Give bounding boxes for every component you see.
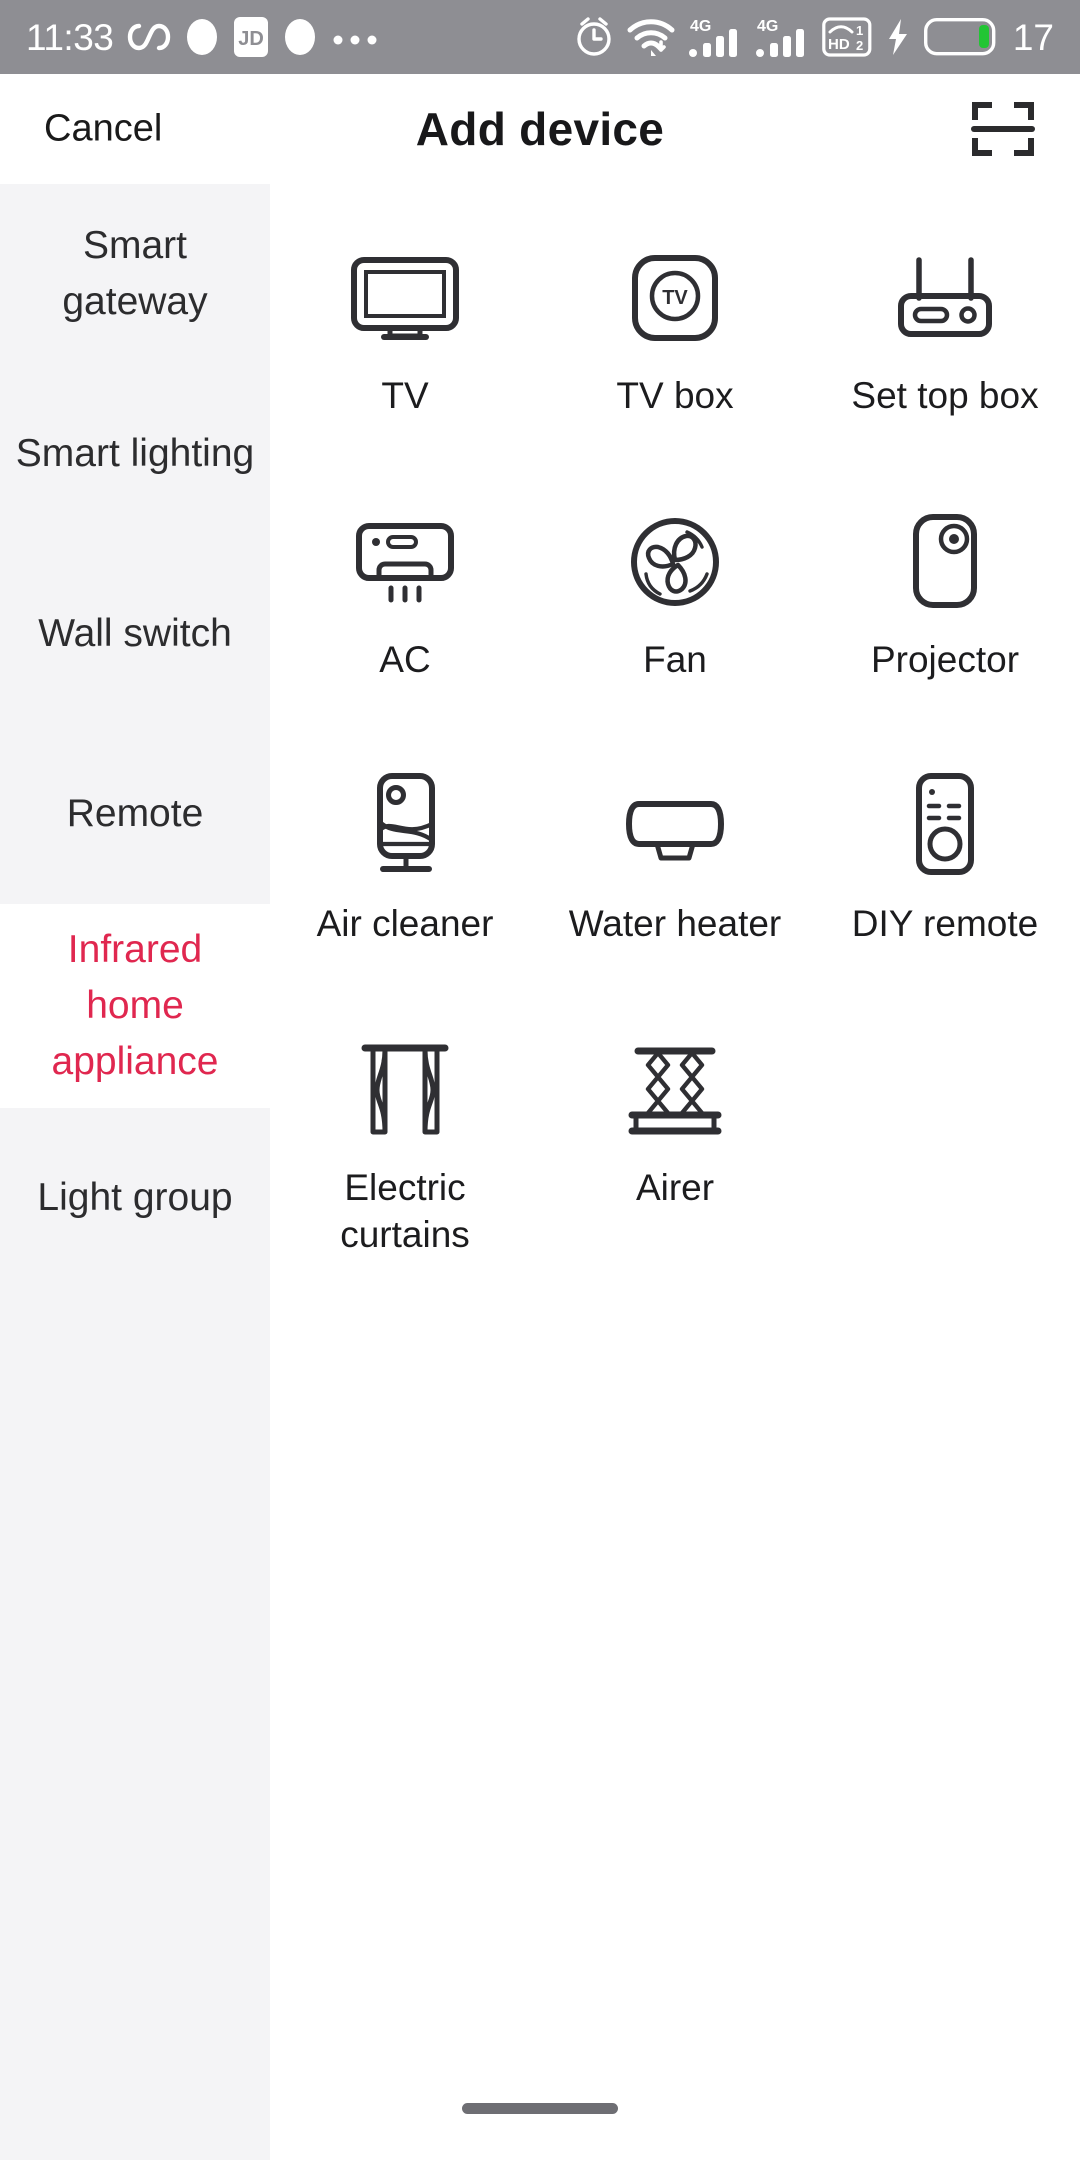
- device-label: Electric curtains: [340, 1167, 470, 1255]
- device-grid-panel: TV TV TV box Set top box AC Fan Projecto…: [270, 184, 1080, 2160]
- device-item-electric-curtains[interactable]: Electric curtains: [270, 1000, 540, 1264]
- svg-text:JD: JD: [239, 28, 265, 50]
- category-sidebar[interactable]: Smart gateway Smart lighting Wall switch…: [0, 184, 270, 2160]
- device-item-projector[interactable]: Projector: [810, 472, 1080, 736]
- more-dots-icon: [331, 29, 379, 45]
- sidebar-item-label: Infrared home appliance: [51, 928, 219, 1083]
- device-item-set-top-box[interactable]: Set top box: [810, 208, 1080, 472]
- device-label: TV: [381, 375, 429, 416]
- sidebar-item-light-group[interactable]: Light group: [0, 1108, 270, 1288]
- charging-bolt-icon: [885, 17, 911, 57]
- device-label: Airer: [635, 1167, 715, 1208]
- svg-text:4G: 4G: [757, 18, 778, 35]
- status-clock: 11:33: [26, 16, 114, 58]
- status-bar: 11:33 JD 4G 4G HD 1 2 17: [0, 0, 1080, 74]
- diy-remote-icon: [901, 762, 989, 890]
- battery-percent-label: 17: [1012, 16, 1054, 58]
- svg-text:TV: TV: [662, 287, 688, 309]
- sidebar-item-remote[interactable]: Remote: [0, 724, 270, 904]
- sidebar-item-wall-switch[interactable]: Wall switch: [0, 544, 270, 724]
- air-cleaner-icon: [358, 762, 452, 890]
- signal-4g-icon-2: 4G: [755, 15, 809, 59]
- sidebar-item-label: Smart gateway: [62, 224, 208, 323]
- status-bar-right: 4G 4G HD 1 2 17: [574, 15, 1054, 59]
- electric-curtains-icon: [355, 1026, 455, 1154]
- device-item-tv-box[interactable]: TV TV box: [540, 208, 810, 472]
- device-label: Projector: [870, 639, 1020, 680]
- device-item-airer[interactable]: Airer: [540, 1000, 810, 1264]
- sidebar-item-smart-lighting[interactable]: Smart lighting: [0, 364, 270, 544]
- scan-qr-icon[interactable]: [970, 96, 1036, 162]
- device-label: Set top box: [851, 375, 1039, 416]
- oval-app-icon-2: [283, 17, 317, 57]
- signal-4g-icon-1: 4G: [688, 15, 742, 59]
- sidebar-item-label: Light group: [37, 1176, 233, 1219]
- device-label: DIY remote: [851, 903, 1039, 944]
- device-item-fan[interactable]: Fan: [540, 472, 810, 736]
- tv-box-icon: TV: [623, 234, 727, 362]
- sidebar-item-label: Wall switch: [38, 612, 232, 655]
- svg-text:4G: 4G: [690, 18, 711, 35]
- tv-icon: [346, 234, 464, 362]
- device-label: Water heater: [568, 903, 782, 944]
- status-bar-left: 11:33 JD: [26, 16, 379, 58]
- air-conditioner-icon: [346, 498, 464, 626]
- device-item-air-cleaner[interactable]: Air cleaner: [270, 736, 540, 1000]
- battery-icon: [923, 18, 996, 56]
- fan-icon: [623, 498, 727, 626]
- wifi-icon: [627, 16, 675, 58]
- alarm-clock-icon: [574, 16, 614, 58]
- device-label: TV box: [616, 375, 734, 416]
- infinity-icon: [127, 20, 171, 54]
- app-header: Cancel Add device: [0, 74, 1080, 184]
- water-heater-icon: [613, 762, 737, 890]
- device-item-water-heater[interactable]: Water heater: [540, 736, 810, 1000]
- device-item-tv[interactable]: TV: [270, 208, 540, 472]
- device-grid: TV TV TV box Set top box AC Fan Projecto…: [270, 208, 1080, 1264]
- oval-app-icon: [185, 17, 219, 57]
- airer-icon: [622, 1026, 728, 1154]
- sidebar-item-smart-gateway[interactable]: Smart gateway: [0, 184, 270, 364]
- jd-app-icon: JD: [233, 16, 269, 58]
- device-label: Air cleaner: [316, 903, 494, 944]
- device-label: AC: [379, 639, 431, 680]
- device-item-ac[interactable]: AC: [270, 472, 540, 736]
- sidebar-item-label: Smart lighting: [15, 432, 255, 475]
- sidebar-item-infrared-home-appliance[interactable]: Infrared home appliance: [0, 904, 270, 1108]
- device-item-diy-remote[interactable]: DIY remote: [810, 736, 1080, 1000]
- set-top-box-icon: [885, 234, 1005, 362]
- app-root: 11:33 JD 4G 4G HD 1 2 17 Cancel Add devi…: [0, 0, 1080, 2160]
- home-indicator[interactable]: [462, 2103, 618, 2114]
- svg-text:HD: HD: [828, 36, 850, 53]
- projector-icon: [898, 498, 992, 626]
- svg-text:2: 2: [856, 38, 863, 53]
- volte-hd-icon: HD 1 2: [822, 15, 872, 59]
- content-area: Smart gateway Smart lighting Wall switch…: [0, 184, 1080, 2160]
- svg-text:1: 1: [856, 23, 863, 38]
- sidebar-item-label: Remote: [66, 792, 204, 835]
- device-label: Fan: [643, 639, 707, 680]
- cancel-button[interactable]: Cancel: [44, 108, 162, 151]
